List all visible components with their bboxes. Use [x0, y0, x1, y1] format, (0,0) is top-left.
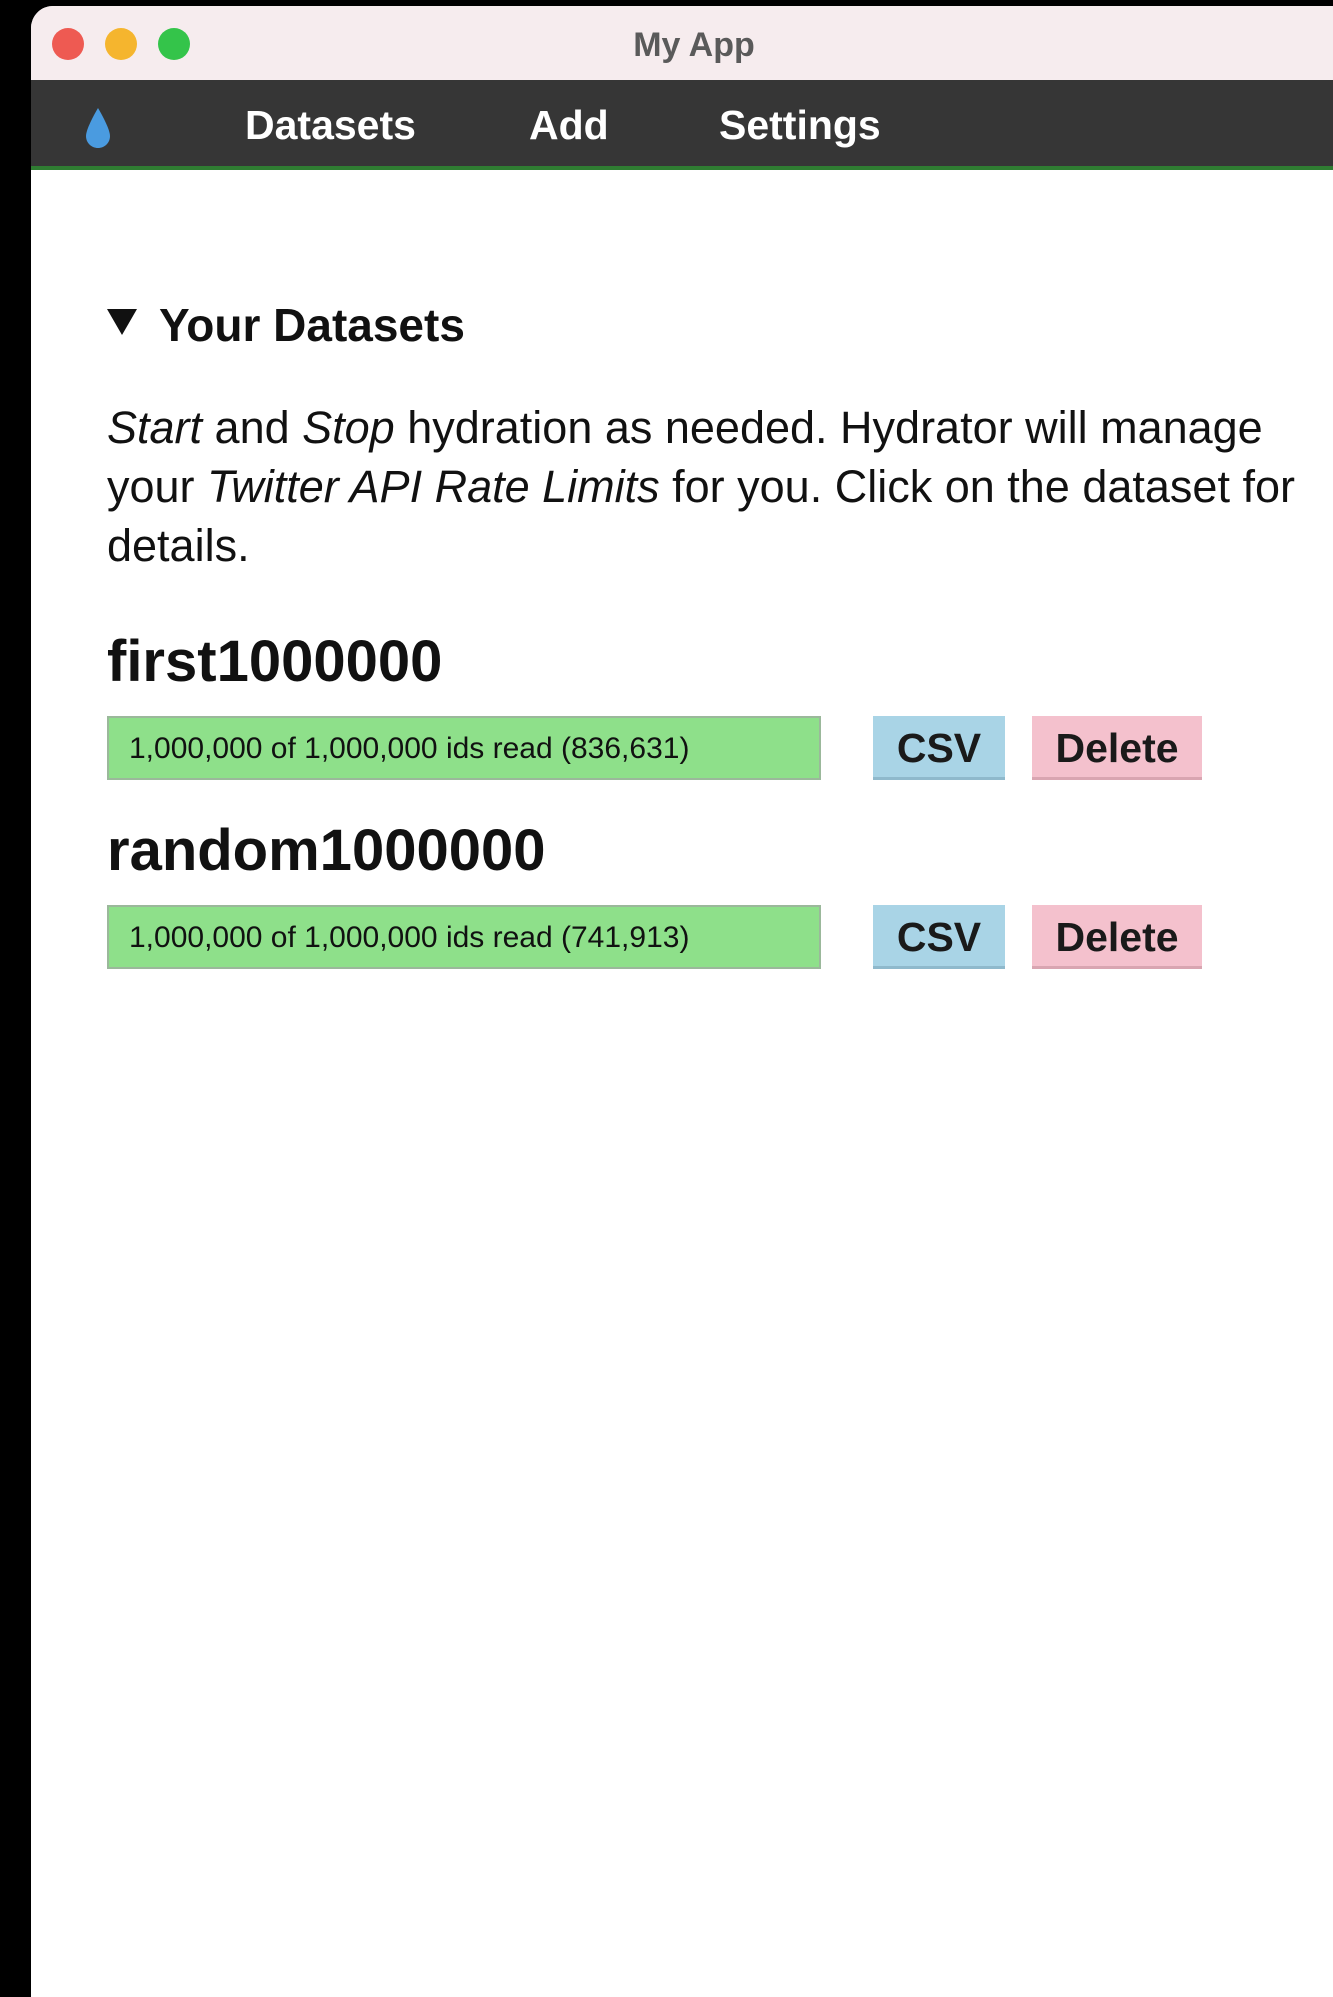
nav-add[interactable]: Add: [529, 102, 609, 149]
nav-settings[interactable]: Settings: [719, 102, 881, 149]
intro-stop-word: Stop: [302, 402, 395, 453]
window-title: My App: [633, 26, 755, 64]
water-drop-icon[interactable]: [83, 106, 113, 150]
dataset-name-random1000000[interactable]: random1000000: [107, 817, 545, 884]
csv-button[interactable]: CSV: [873, 905, 1005, 969]
progress-label: 1,000,000 of 1,000,000 ids read (836,631…: [129, 732, 690, 765]
csv-button[interactable]: CSV: [873, 716, 1005, 780]
delete-button[interactable]: Delete: [1032, 716, 1202, 780]
navbar: Datasets Add Settings: [31, 80, 1333, 170]
progress-label: 1,000,000 of 1,000,000 ids read (741,913…: [129, 921, 690, 954]
your-datasets-toggle[interactable]: Your Datasets: [107, 298, 465, 352]
title-bar[interactable]: My App: [31, 6, 1333, 80]
section-title: Your Datasets: [159, 299, 465, 351]
intro-start-word: Start: [107, 402, 203, 453]
delete-button[interactable]: Delete: [1032, 905, 1202, 969]
dataset-progress-bar[interactable]: 1,000,000 of 1,000,000 ids read (741,913…: [107, 905, 821, 969]
intro-rate-limits: Twitter API Rate Limits: [207, 461, 660, 512]
dataset-progress-bar[interactable]: 1,000,000 of 1,000,000 ids read (836,631…: [107, 716, 821, 780]
intro-text-segment: and: [202, 402, 303, 453]
app-window: My App Datasets Add Settings Your Datase…: [31, 6, 1333, 1997]
nav-datasets[interactable]: Datasets: [245, 102, 416, 149]
dataset-name-first1000000[interactable]: first1000000: [107, 628, 442, 695]
intro-text: Start and Stop hydration as needed. Hydr…: [107, 398, 1327, 575]
disclosure-triangle-down-icon: [107, 309, 137, 335]
